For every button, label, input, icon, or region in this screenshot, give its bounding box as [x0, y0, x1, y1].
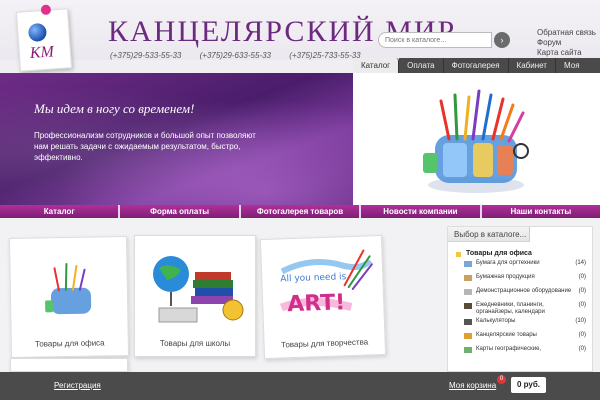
tab-gallery[interactable]: Фотогалерея	[443, 58, 509, 73]
stationery-icon	[464, 333, 472, 339]
sidebar-item-label: Калькуляторы	[476, 318, 516, 324]
cart-link[interactable]: Моя корзина	[449, 381, 496, 390]
category-card-school[interactable]: Товары для школы	[134, 235, 256, 357]
sitemap-link[interactable]: Карта сайта	[537, 48, 596, 58]
site-logo[interactable]: КМ	[15, 4, 73, 72]
cart-total: 0 руб.	[511, 377, 546, 393]
art-slogan-line1: All you need is	[280, 272, 347, 284]
calculator-icon	[464, 319, 472, 325]
subnav-catalog[interactable]: Каталог	[0, 205, 121, 218]
planner-icon	[464, 303, 472, 309]
card-label: Товары для школы	[159, 339, 231, 348]
feedback-link[interactable]: Обратная связь	[537, 28, 596, 38]
search-submit-button[interactable]: ›	[494, 32, 510, 48]
phone-2: (+375)29-633-55-33	[199, 51, 272, 60]
bottom-bar: Регистрация Моя корзина 0 0 руб.	[0, 372, 600, 400]
desk-organizer-illustration	[423, 89, 529, 193]
tab-cart[interactable]: Моя корзина	[555, 58, 600, 85]
sidebar-item-label: Бумага для оргтехники	[476, 260, 540, 266]
main-tabs: Каталог Оплата Фотогалерея Кабинет Моя к…	[353, 58, 600, 85]
search-box: ›	[378, 32, 510, 48]
subnav-gallery[interactable]: Фотогалерея товаров	[241, 205, 362, 218]
tab-payment[interactable]: Оплата	[399, 58, 444, 73]
globe-icon	[27, 22, 48, 43]
secondary-nav: Каталог Форма оплаты Фотогалерея товаров…	[0, 205, 600, 218]
pushpin-icon	[40, 4, 52, 16]
forum-link[interactable]: Форум	[537, 38, 596, 48]
school-products-image	[145, 244, 245, 330]
sidebar-item[interactable]: Ежедневники, планинги, органайзеры, кале…	[448, 302, 592, 316]
register-link[interactable]: Регистрация	[54, 381, 101, 390]
card-label: Товары для творчества	[280, 337, 369, 350]
sidebar-item[interactable]: Карты географические, (0)	[448, 346, 592, 358]
sidebar-item-count: (0)	[578, 288, 586, 294]
phone-list: (+375)29-533-55-33 (+375)29-633-55-33 (+…	[110, 51, 377, 60]
sidebar-tab[interactable]: Выбор в каталоге...	[448, 227, 530, 242]
category-card-partial[interactable]	[10, 358, 128, 372]
sidebar-item-count: (0)	[578, 274, 586, 280]
hero-organizer-image	[353, 73, 600, 205]
phone-3: (+375)25-733-55-33	[289, 51, 361, 60]
subnav-payment[interactable]: Форма оплаты	[120, 205, 241, 218]
hero-text: Профессионализм сотрудников и большой оп…	[34, 131, 256, 162]
sidebar-item-label: Ежедневники, планинги, органайзеры, кале…	[476, 302, 545, 315]
map-icon	[464, 347, 472, 353]
catalog-sidebar: Выбор в каталоге... Товары для офиса Бум…	[447, 226, 593, 372]
notebook-icon	[464, 275, 472, 281]
sidebar-item-count: (0)	[578, 332, 586, 338]
site-header: КМ Канцелярский Мир (+375)29-533-55-33 (…	[0, 0, 600, 72]
cart-count-badge: 0	[497, 375, 506, 384]
tab-catalog[interactable]: Каталог	[353, 58, 400, 73]
card-label: Товары для офиса	[34, 338, 105, 349]
sidebar-item-label: Демонстрационное оборудование	[476, 288, 572, 294]
sidebar-item[interactable]: Демонстрационное оборудование (0)	[448, 288, 592, 300]
top-links: Обратная связь Форум Карта сайта	[537, 28, 596, 58]
hero-banner: Мы идем в ногу со временем! Профессионал…	[0, 73, 353, 205]
phone-1: (+375)29-533-55-33	[110, 51, 182, 60]
sidebar-item[interactable]: Канцелярские товары (0)	[448, 332, 592, 344]
sidebar-item-count: (0)	[578, 346, 586, 352]
tab-account[interactable]: Кабинет	[508, 58, 556, 73]
search-input[interactable]	[378, 32, 492, 48]
subnav-news[interactable]: Новости компании	[361, 205, 482, 218]
subnav-contacts[interactable]: Наши контакты	[482, 205, 600, 218]
sidebar-group-office[interactable]: Товары для офиса	[448, 242, 592, 260]
sidebar-item-count: (10)	[575, 318, 586, 324]
office-products-image	[20, 245, 117, 331]
sidebar-item-label: Канцелярские товары	[476, 332, 537, 338]
sidebar-item-label: Карты географические,	[476, 346, 542, 352]
sidebar-item-count: (0)	[578, 302, 586, 308]
arrow-right-icon: ›	[500, 35, 504, 45]
sidebar-item-count: (14)	[575, 260, 586, 266]
sidebar-item-label: Бумажная продукция	[476, 274, 535, 280]
hero-title: Мы идем в ногу со временем!	[34, 101, 195, 116]
sidebar-item[interactable]: Бумага для оргтехники (14)	[448, 260, 592, 272]
sidebar-item[interactable]: Калькуляторы (10)	[448, 318, 592, 330]
category-card-office[interactable]: Товары для офиса	[8, 235, 130, 359]
art-slogan-line2: ART!	[287, 290, 346, 317]
board-icon	[464, 289, 472, 295]
creativity-products-image: All you need is ART!	[271, 244, 374, 331]
sidebar-item[interactable]: Бумажная продукция (0)	[448, 274, 592, 286]
paper-icon	[464, 261, 472, 267]
logo-monogram: КМ	[29, 43, 55, 62]
category-card-creativity[interactable]: All you need is ART! Товары для творчест…	[259, 234, 387, 360]
